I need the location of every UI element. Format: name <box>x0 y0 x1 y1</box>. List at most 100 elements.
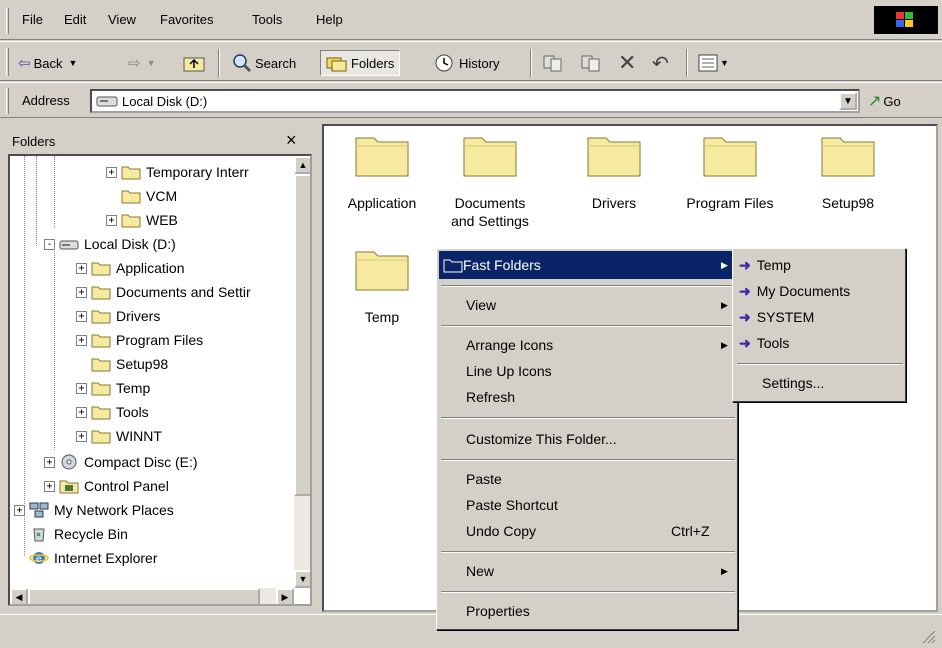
tree-expander[interactable]: + <box>76 406 87 418</box>
tree-expander[interactable]: + <box>76 262 87 274</box>
folder-item-temp[interactable]: Temp <box>332 246 432 326</box>
tree-expander[interactable]: + <box>76 430 87 442</box>
tree-horizontal-scrollbar[interactable]: ◀ ▶ <box>10 588 294 604</box>
undo-button[interactable]: ↶ <box>652 50 669 76</box>
undo-icon: ↶ <box>652 52 669 75</box>
tree-item-internet-explorer[interactable]: e Internet Explorer <box>29 546 158 570</box>
tree-vertical-scrollbar[interactable]: ▲ ▼ <box>294 156 310 588</box>
menu-item-paste-shortcut[interactable]: Paste Shortcut <box>439 493 735 517</box>
search-icon <box>233 54 252 73</box>
tree-item-vcm[interactable]: VCM <box>121 184 177 208</box>
address-value: Local Disk (D:) <box>122 93 208 109</box>
menu-item-properties[interactable]: Properties <box>439 599 735 623</box>
menu-item-label: Paste Shortcut <box>466 497 558 513</box>
tree-expander[interactable]: + <box>44 480 55 492</box>
scroll-thumb[interactable] <box>294 174 310 496</box>
tree-item-program-files[interactable]: + Program Files <box>76 328 203 352</box>
folder-item-program-files[interactable]: Program Files <box>674 132 786 212</box>
tree-expander[interactable]: + <box>76 382 87 394</box>
folder-item-drivers[interactable]: Drivers <box>564 132 664 212</box>
tree-item-winnt[interactable]: + WINNT <box>76 424 162 448</box>
menu-item-view[interactable]: View ▶ <box>439 293 735 317</box>
tree-item-local-disk-d[interactable]: - Local Disk (D:) <box>44 232 176 256</box>
submenu-arrow-icon: ▶ <box>721 340 728 350</box>
forward-dropdown-icon: ▼ <box>146 58 156 68</box>
tree-item-temp[interactable]: + Temp <box>76 376 150 400</box>
tree-item-web[interactable]: + WEB <box>106 208 178 232</box>
folder-icon <box>91 406 111 420</box>
delete-button[interactable]: ✕ <box>618 50 636 76</box>
horizontal-scroll-thumb[interactable] <box>28 588 260 604</box>
submenu-item-settings[interactable]: Settings... <box>735 371 903 395</box>
scroll-down-button[interactable]: ▼ <box>294 570 310 588</box>
tree-item-compact-disc-e[interactable]: + Compact Disc (E:) <box>44 450 198 474</box>
back-label: Back <box>33 55 63 71</box>
tree-item-application[interactable]: + Application <box>76 256 185 280</box>
menu-item-arrange-icons[interactable]: Arrange Icons ▶ <box>439 333 735 357</box>
tree-expander[interactable]: + <box>76 310 87 322</box>
folders-pane: Folders × + Temporary Interr VCM + WEB -… <box>6 124 314 612</box>
menu-item-paste[interactable]: Paste <box>439 467 735 491</box>
windows-logo <box>874 6 938 34</box>
menu-item-customize-folder[interactable]: Customize This Folder... <box>439 427 735 451</box>
tree-expander[interactable]: + <box>106 166 117 178</box>
tree-expander[interactable]: + <box>76 286 87 298</box>
tree-item-label: Control Panel <box>84 478 169 494</box>
tree-item-control-panel[interactable]: + Control Panel <box>44 474 169 498</box>
tree-item-setup98[interactable]: Setup98 <box>91 352 168 376</box>
menu-view[interactable]: View <box>108 12 136 27</box>
tree-item-drivers[interactable]: + Drivers <box>76 304 160 328</box>
menu-favorites[interactable]: Favorites <box>160 12 213 27</box>
tree-expander[interactable]: + <box>44 456 55 468</box>
folder-item-setup98[interactable]: Setup98 <box>798 132 898 212</box>
move-to-button[interactable] <box>542 50 564 76</box>
folder-item-documents-and-settings[interactable]: Documents and Settings <box>440 132 540 231</box>
tree-item-recycle-bin[interactable]: Recycle Bin <box>29 522 128 546</box>
scroll-up-button[interactable]: ▲ <box>294 156 310 174</box>
search-button[interactable]: Search <box>232 50 296 76</box>
folder-item-application[interactable]: Application <box>332 132 432 212</box>
folder-item-label: Drivers <box>591 195 637 212</box>
up-button[interactable] <box>182 50 206 76</box>
close-icon[interactable]: × <box>286 130 297 151</box>
folders-button[interactable]: Folders <box>320 50 401 76</box>
address-input[interactable]: Local Disk (D:) ▼ <box>90 89 860 113</box>
tree-item-temporary-internet[interactable]: + Temporary Interr <box>106 160 249 184</box>
address-dropdown-button[interactable]: ▼ <box>839 92 857 110</box>
tree-item-tools[interactable]: + Tools <box>76 400 149 424</box>
copy-to-button[interactable] <box>580 50 602 76</box>
chevron-down-icon: ▼ <box>843 95 853 107</box>
submenu-item-temp[interactable]: ➜ Temp <box>735 253 903 277</box>
history-button[interactable]: History <box>434 50 499 76</box>
menu-item-refresh[interactable]: Refresh <box>439 385 735 409</box>
menu-item-line-up-icons[interactable]: Line Up Icons <box>439 359 735 383</box>
tree-item-documents-and-settings[interactable]: + Documents and Settir <box>76 280 251 304</box>
submenu-item-tools[interactable]: ➜ Tools <box>735 331 903 355</box>
menu-item-fast-folders[interactable]: Fast Folders ▶ <box>439 251 735 279</box>
scroll-right-button[interactable]: ▶ <box>276 588 294 604</box>
tree-expander[interactable]: + <box>76 334 87 346</box>
resize-grip-icon[interactable] <box>920 628 936 644</box>
menu-edit[interactable]: Edit <box>64 12 86 27</box>
submenu-item-my-documents[interactable]: ➜ My Documents <box>735 279 903 303</box>
menu-item-undo-copy[interactable]: Undo Copy Ctrl+Z <box>439 519 735 543</box>
scroll-left-button[interactable]: ◀ <box>10 588 28 604</box>
tree-expander[interactable]: + <box>106 214 117 226</box>
internet-explorer-icon: e <box>29 552 49 565</box>
submenu-item-system[interactable]: ➜ SYSTEM <box>735 305 903 329</box>
menu-item-new[interactable]: New ▶ <box>439 559 735 583</box>
folder-item-label-line2: and Settings <box>451 213 529 230</box>
back-button[interactable]: ⇦ Back ▼ <box>18 50 77 76</box>
go-button[interactable]: ↗ Go <box>868 91 901 111</box>
menu-file[interactable]: File <box>22 12 43 27</box>
forward-button[interactable]: ⇨ ▼ <box>128 50 156 76</box>
tree-item-my-network-places[interactable]: + My Network Places <box>14 498 174 522</box>
forward-arrow-icon: ⇨ <box>128 55 141 72</box>
address-label: Address <box>22 93 70 108</box>
menu-tools[interactable]: Tools <box>252 12 282 27</box>
views-button[interactable]: ▼ <box>698 50 729 76</box>
menu-help[interactable]: Help <box>316 12 343 27</box>
menu-item-label: Fast Folders <box>463 257 541 273</box>
tree-expander[interactable]: + <box>14 504 25 516</box>
tree-expander[interactable]: - <box>44 238 55 250</box>
